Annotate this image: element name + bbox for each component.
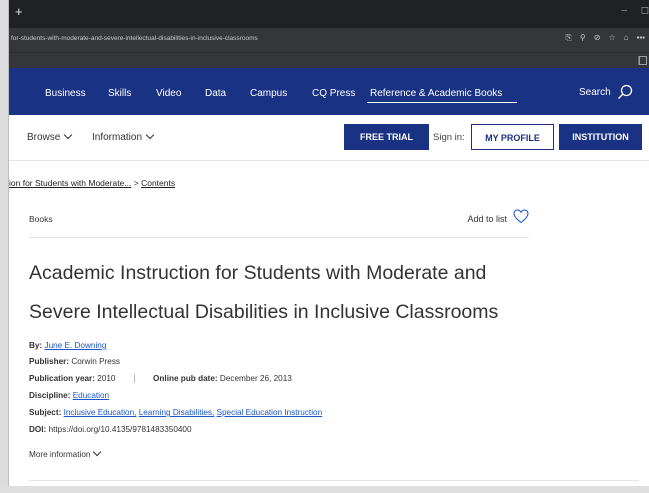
breadcrumb-separator: > (133, 178, 139, 188)
more-information-toggle[interactable]: More information (29, 447, 102, 459)
window-control-icon[interactable]: ◻ (641, 5, 649, 16)
doi-row: DOI: https://doi.org/10.4135/97814833504… (29, 425, 192, 434)
window-frame-edge (0, 0, 9, 493)
sub-navigation: Browse Information FREE TRIAL Sign in: M… (9, 115, 649, 161)
my-profile-button[interactable]: MY PROFILE (471, 124, 554, 150)
content-divider (29, 480, 639, 481)
information-label: Information (92, 132, 143, 143)
doi-value: https://doi.org/10.4135/9781483350400 (48, 425, 192, 434)
online-date-value: December 26, 2013 (219, 374, 292, 383)
subject-link[interactable]: Inclusive Education, (64, 408, 137, 417)
nav-skills[interactable]: Skills (108, 88, 131, 99)
discipline-link[interactable]: Education (73, 391, 109, 400)
active-nav-indicator (367, 102, 517, 103)
chevron-down-icon (64, 130, 73, 140)
publisher-value: Corwin Press (71, 357, 121, 366)
subject-row: Subject: Inclusive Education, Learning D… (29, 408, 322, 417)
nav-video[interactable]: Video (156, 88, 181, 99)
bookmark-star-icon[interactable]: ☆ (608, 33, 615, 43)
browser-window: + – ◻ for-students-with-moderate-and-sev… (9, 0, 649, 486)
publisher-label: Publisher: (29, 357, 70, 366)
browser-toolbar-icons: ⎘ ⚲ ⊘ ☆ ⌂ ▪▪▪ (566, 33, 646, 43)
more-information-label: More information (29, 450, 91, 459)
subject-link[interactable]: Learning Disabilities, (139, 408, 215, 417)
publisher-row: Publisher: Corwin Press (29, 357, 120, 366)
nav-campus[interactable]: Campus (250, 88, 287, 99)
nav-business[interactable]: Business (45, 88, 86, 99)
new-tab-button[interactable]: + (15, 4, 23, 19)
breadcrumb-current-link[interactable]: Contents (141, 178, 175, 188)
information-menu[interactable]: Information (92, 130, 155, 143)
content-type-label: Books (29, 214, 53, 224)
profile-menu-icon[interactable]: ▪▪▪ (636, 33, 645, 43)
site-navigation: Business Skills Video Data Campus CQ Pre… (9, 68, 649, 115)
author-link[interactable]: June E. Downing (44, 341, 106, 350)
breadcrumb-parent-link[interactable]: ion for Students with Moderate... (9, 178, 131, 188)
author-row: By: June E. Downing (29, 341, 106, 350)
nav-cq-press[interactable]: CQ Press (312, 88, 355, 99)
translate-icon[interactable]: ⎘ (566, 33, 572, 43)
nav-reference-academic-books[interactable]: Reference & Academic Books (370, 88, 502, 99)
browse-label: Browse (27, 132, 61, 143)
add-to-list-link[interactable]: Add to list (467, 214, 507, 224)
content-type-row: Books Add to list (29, 205, 529, 238)
institution-button[interactable]: INSTITUTION (559, 124, 642, 150)
folder-icon[interactable] (639, 56, 647, 65)
heart-icon[interactable] (513, 209, 529, 224)
pub-year-label: Publication year: (29, 374, 95, 383)
sign-in-label: Sign in: (433, 132, 465, 143)
browser-tab-strip: + – ◻ (9, 0, 649, 28)
address-bar-url[interactable]: for-students-with-moderate-and-severe-in… (11, 35, 258, 42)
meta-divider (133, 374, 135, 384)
publication-row: Publication year: 2010 Online pub date: … (29, 374, 292, 384)
by-label: By: (29, 341, 43, 350)
zoom-icon[interactable]: ⚲ (580, 33, 586, 43)
nav-data[interactable]: Data (205, 88, 226, 99)
search-label[interactable]: Search (579, 87, 611, 98)
discipline-row: Discipline: Education (29, 391, 109, 400)
tracking-icon[interactable]: ⊘ (594, 33, 601, 43)
subject-link[interactable]: Special Education Instruction (217, 408, 323, 417)
book-title-line-2: Severe Intellectual Disabilities in Incl… (29, 301, 499, 323)
book-title: Academic Instruction for Students with M… (29, 254, 569, 332)
window-bottom-edge (0, 486, 649, 493)
book-title-line-1: Academic Instruction for Students with M… (29, 262, 487, 284)
chevron-down-icon (93, 447, 102, 457)
pub-year-value: 2010 (97, 374, 116, 383)
subject-label: Subject: (29, 408, 62, 417)
online-date-label: Online pub date: (153, 374, 218, 383)
discipline-label: Discipline: (29, 391, 71, 400)
breadcrumb: ion for Students with Moderate... > Cont… (9, 178, 175, 188)
browse-menu[interactable]: Browse (27, 130, 73, 143)
chevron-down-icon (145, 130, 155, 140)
bookmarks-bar (9, 52, 649, 69)
free-trial-button[interactable]: FREE TRIAL (344, 124, 429, 150)
search-icon[interactable] (617, 84, 633, 100)
extensions-icon[interactable]: ⌂ (624, 33, 629, 43)
minimize-button[interactable]: – (621, 5, 627, 16)
doi-label: DOI: (29, 425, 47, 434)
address-bar-row: for-students-with-moderate-and-severe-in… (9, 28, 649, 52)
